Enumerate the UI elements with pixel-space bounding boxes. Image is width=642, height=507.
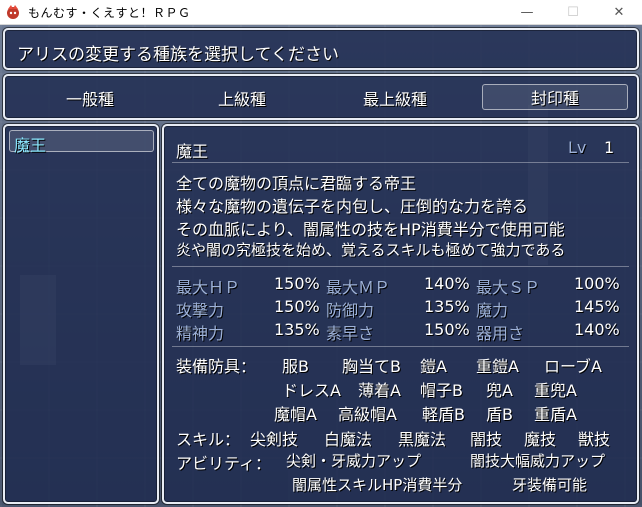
stat-label-attack: 攻撃力 [176,301,225,320]
description-line: 炎や闇の究極技を始め、覚えるスキルも極めて強力である [176,241,566,259]
equipment-item: ローブA [544,357,602,376]
equipment-item: 魔帽A [274,405,317,424]
stat-label-defense: 防御力 [326,301,375,320]
header-text: アリスの変更する種族を選択してください [17,45,339,65]
skill-item: 白魔法 [324,430,373,449]
equipment-item: 重鎧A [476,357,519,376]
stat-label-agility: 素早さ [326,324,375,343]
description-line: 様々な魔物の遺伝子を内包し、圧倒的な力を誇る [176,197,529,216]
stat-value-dexterity: 140% [574,320,620,339]
ability-item: 闇属性スキルHP消費半分 [292,476,463,494]
stat-label-max-sp: 最大ＳＰ [476,278,541,297]
stat-label-max-hp: 最大ＨＰ [176,278,241,297]
equipment-item: 帽子B [420,381,463,400]
equipment-item: 重盾A [534,405,577,424]
divider [172,266,629,267]
divider [172,346,629,347]
equipment-item: 薄着A [358,381,401,400]
description-line: その血脈により、闇属性の技をHP消費半分で使用可能 [176,220,565,239]
description-line: 全ての魔物の頂点に君臨する帝王 [176,174,417,193]
skill-item: 獣技 [578,430,611,449]
stat-value-max-mp: 140% [424,274,470,293]
equipment-item: 盾B [486,405,513,424]
race-name: 魔王 [176,142,209,161]
tab-supreme[interactable]: 最上級種 [340,86,450,110]
tab-general[interactable]: 一般種 [35,86,145,110]
list-item-maou[interactable]: 魔王 [9,130,154,155]
equipment-item: 服B [282,357,309,376]
equipment-item: 高級帽A [338,405,397,424]
abilities-label: アビリティ： [176,454,272,473]
skill-item: 黒魔法 [398,430,447,449]
stat-label-dexterity: 器用さ [476,324,525,343]
stat-value-magic: 145% [574,297,620,316]
race-detail: 魔王 Lv 1 全ての魔物の頂点に君臨する帝王 様々な魔物の遺伝子を内包し、圧倒… [162,124,639,504]
equipment-label: 装備防具： [176,357,257,376]
skill-item: 尖剣技 [250,430,299,449]
skill-item: 魔技 [524,430,557,449]
equipment-item: 軽盾B [422,405,465,424]
skills-label: スキル： [176,430,241,449]
stat-value-agility: 150% [424,320,470,339]
stat-value-max-hp: 150% [274,274,320,293]
equipment-item: 兜A [486,381,513,400]
stat-label-max-mp: 最大ＭＰ [326,278,391,297]
equipment-item: 胸当てB [342,357,401,376]
stat-label-spirit: 精神力 [176,324,225,343]
app-icon [7,5,19,19]
equipment-item: 鎧A [420,357,447,376]
level-label: Lv [568,138,587,157]
game-scene: アリスの変更する種族を選択してください 一般種 上級種 最上級種 封印種 魔王 … [0,25,642,507]
divider [172,162,629,163]
equipment-item: ドレスA [282,381,341,400]
equipment-item: 重兜A [534,381,577,400]
ability-item: 牙装備可能 [512,476,588,494]
list-item-label: 魔王 [14,136,47,155]
stat-value-max-sp: 100% [574,274,620,293]
tab-advanced[interactable]: 上級種 [187,86,297,110]
stat-label-magic: 魔力 [476,301,509,320]
close-button[interactable]: ✕ [596,0,642,24]
minimize-button[interactable]: — [504,0,550,24]
category-tabs: 一般種 上級種 最上級種 封印種 [3,74,639,120]
ability-item: 尖剣・牙威力アップ [286,452,422,470]
stat-value-attack: 150% [274,297,320,316]
tab-sealed[interactable]: 封印種 [482,84,628,110]
stat-value-defense: 135% [424,297,470,316]
maximize-button[interactable]: ☐ [550,0,596,24]
level-value: 1 [604,138,615,157]
stat-value-spirit: 135% [274,320,320,339]
window-title: もんむす・くえすと！ＲＰＧ [28,5,191,20]
skill-item: 闇技 [470,430,503,449]
ability-item: 闇技大幅威力アップ [470,452,606,470]
race-list: 魔王 [3,124,159,504]
header-window: アリスの変更する種族を選択してください [3,28,639,70]
window-titlebar[interactable]: もんむす・くえすと！ＲＰＧ — ☐ ✕ [0,0,642,25]
